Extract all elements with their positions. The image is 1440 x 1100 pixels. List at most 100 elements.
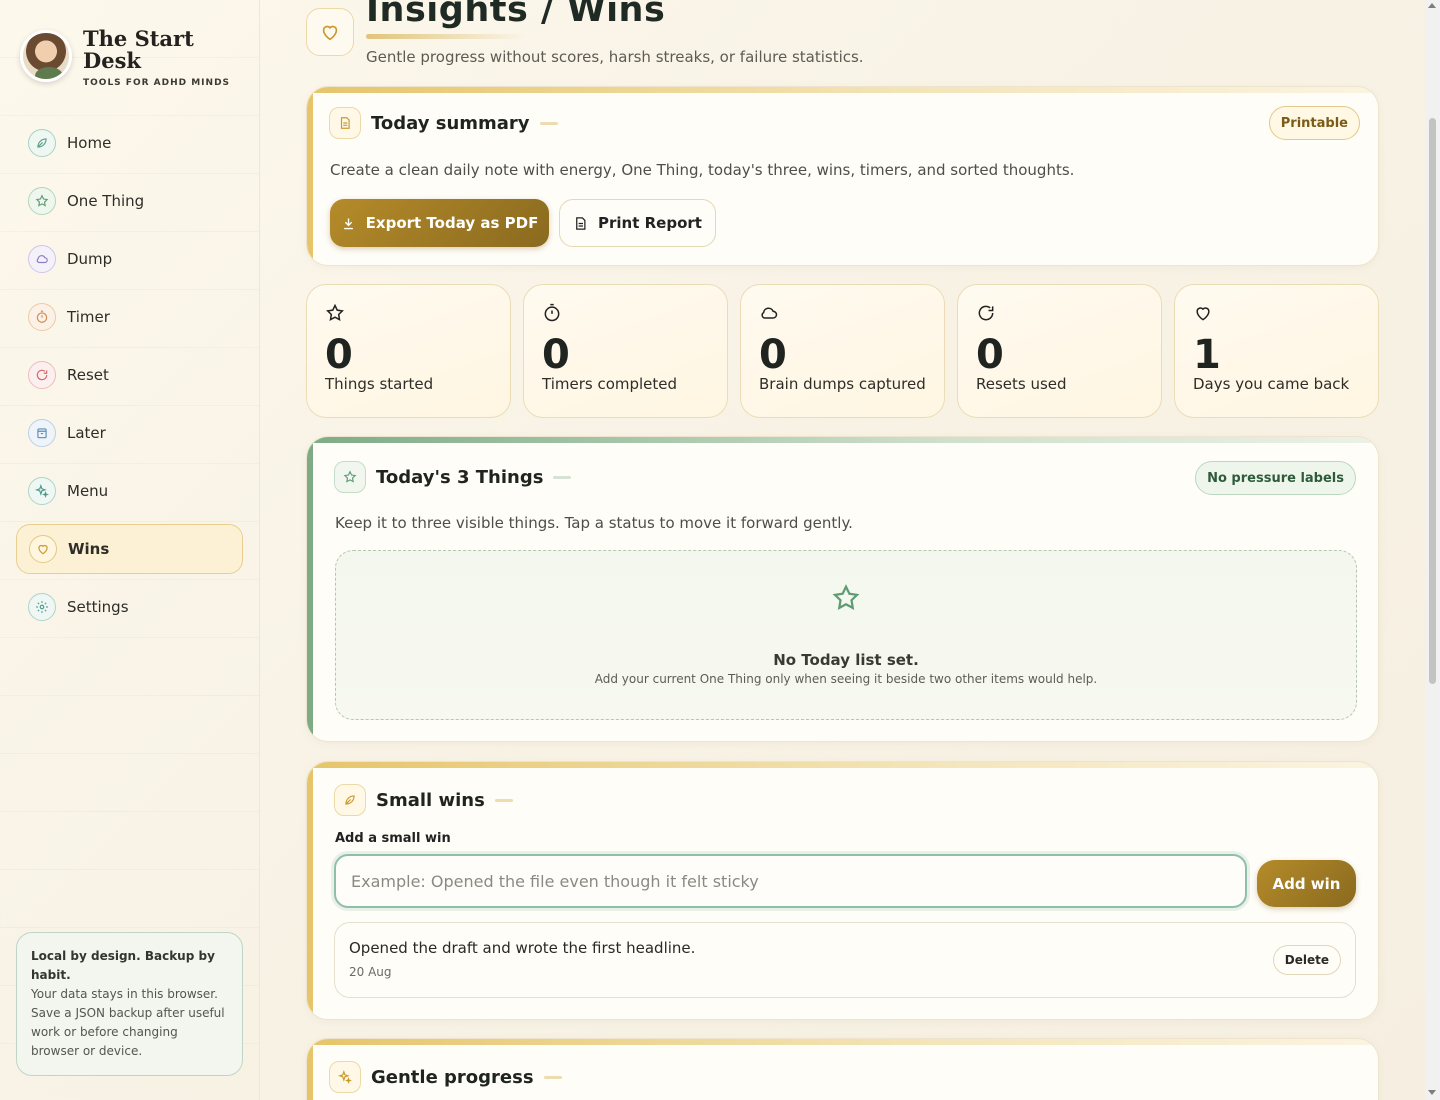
- scroll-thumb[interactable]: [1429, 118, 1436, 684]
- brand[interactable]: The Start Desk TOOLS FOR ADHD MINDS: [20, 26, 231, 88]
- title-dash: [543, 1075, 562, 1079]
- stat-label: Days you came back: [1193, 375, 1350, 393]
- add-win-button[interactable]: Add win: [1257, 860, 1356, 907]
- sidebar-item-one-thing[interactable]: One Thing: [16, 176, 243, 226]
- add-win-label-text: Add win: [1272, 874, 1341, 893]
- stat-brain-dumps: 0 Brain dumps captured: [740, 284, 945, 418]
- timer-icon: [28, 303, 56, 331]
- backup-note-text: Your data stays in this browser. Save a …: [31, 987, 225, 1058]
- backup-note: Local by design. Backup by habit. Your d…: [16, 932, 243, 1076]
- card-title: Gentle progress: [371, 1066, 534, 1088]
- sidebar-item-menu[interactable]: Menu: [16, 466, 243, 516]
- sidebar-item-home[interactable]: Home: [16, 118, 243, 168]
- document-icon: [576, 216, 586, 230]
- summary-description: Create a clean daily note with energy, O…: [330, 161, 1075, 179]
- scroll-down-icon[interactable]: [1428, 1090, 1436, 1095]
- sidebar-item-reset[interactable]: Reset: [16, 350, 243, 400]
- sidebar: The Start Desk TOOLS FOR ADHD MINDS Home…: [0, 0, 260, 1100]
- stat-days-came-back: 1 Days you came back: [1174, 284, 1379, 418]
- sidebar-item-label: Wins: [68, 540, 110, 558]
- stat-label: Things started: [325, 375, 434, 393]
- card-title: Small wins: [376, 789, 485, 811]
- heart-icon: [1196, 307, 1210, 321]
- title-dash: [553, 475, 572, 479]
- sidebar-item-label: Home: [67, 134, 112, 152]
- printable-badge: Printable: [1268, 106, 1360, 140]
- sidebar-item-label: Settings: [67, 598, 129, 616]
- list-item: Opened the draft and wrote the first hea…: [334, 922, 1356, 998]
- scroll-up-icon[interactable]: [1428, 3, 1436, 8]
- add-win-label: Add a small win: [335, 831, 451, 846]
- cloud-icon: [28, 245, 56, 273]
- page-title: Insights / Wins: [366, 0, 666, 30]
- export-pdf-label: Export Today as PDF: [365, 214, 539, 232]
- sidebar-item-dump[interactable]: Dump: [16, 234, 243, 284]
- download-icon: [343, 218, 353, 229]
- card-title: Today's 3 Things: [376, 466, 544, 488]
- backup-note-title: Local by design. Backup by habit.: [31, 949, 215, 982]
- title-dash: [539, 121, 558, 125]
- stat-value: 0: [976, 332, 1004, 378]
- avatar: [20, 30, 72, 82]
- empty-text: Add your current One Thing only when see…: [594, 672, 1098, 686]
- reset-icon: [28, 361, 56, 389]
- sidebar-nav: Home One Thing Dump Timer Reset Later Me…: [16, 118, 243, 640]
- title-underline: [366, 34, 526, 39]
- leaf-icon: [28, 129, 56, 157]
- sidebar-item-label: Reset: [67, 366, 109, 384]
- sidebar-item-label: One Thing: [67, 192, 145, 210]
- timer-icon: [544, 303, 560, 322]
- sparkle-icon: [329, 1061, 361, 1093]
- brand-subtitle: TOOLS FOR ADHD MINDS: [83, 78, 231, 88]
- gentle-progress-card: Gentle progress: [306, 1038, 1379, 1100]
- sidebar-item-later[interactable]: Later: [16, 408, 243, 458]
- cloud-icon: [761, 307, 778, 319]
- page-subtitle: Gentle progress without scores, harsh st…: [366, 48, 864, 66]
- heart-icon: [306, 8, 354, 56]
- stat-value: 0: [325, 332, 353, 378]
- sidebar-item-settings[interactable]: Settings: [16, 582, 243, 632]
- export-pdf-button[interactable]: Export Today as PDF: [330, 199, 549, 247]
- stat-value: 0: [542, 332, 570, 378]
- gear-icon: [28, 593, 56, 621]
- sidebar-item-timer[interactable]: Timer: [16, 292, 243, 342]
- print-report-button[interactable]: Print Report: [559, 199, 716, 247]
- sidebar-item-label: Menu: [67, 482, 109, 500]
- print-report-label: Print Report: [598, 214, 702, 232]
- stat-value: 0: [759, 332, 787, 378]
- empty-title: No Today list set.: [773, 651, 919, 669]
- reset-icon: [978, 305, 994, 321]
- document-icon: [329, 107, 361, 139]
- leaf-icon: [334, 784, 366, 816]
- stat-timers-completed: 0 Timers completed: [523, 284, 728, 418]
- stat-label: Brain dumps captured: [759, 375, 926, 393]
- stat-things-started: 0 Things started: [306, 284, 511, 418]
- heart-icon: [29, 535, 57, 563]
- win-text: Opened the draft and wrote the first hea…: [349, 939, 696, 957]
- today-summary-card: Today summary Printable Create a clean d…: [306, 86, 1379, 266]
- no-pressure-badge: No pressure labels: [1195, 461, 1356, 495]
- star-icon: [334, 461, 366, 493]
- stat-resets-used: 0 Resets used: [957, 284, 1162, 418]
- sidebar-item-label: Later: [67, 424, 106, 442]
- card-title: Today summary: [371, 112, 530, 134]
- add-win-input[interactable]: [334, 854, 1247, 908]
- star-icon: [28, 187, 56, 215]
- stat-label: Timers completed: [542, 375, 678, 393]
- box-icon: [28, 419, 56, 447]
- empty-state: No Today list set. Add your current One …: [335, 550, 1357, 720]
- three-things-card: Today's 3 Things No pressure labels Keep…: [306, 436, 1379, 742]
- sidebar-item-wins[interactable]: Wins: [16, 524, 243, 574]
- sidebar-item-label: Timer: [67, 308, 110, 326]
- sidebar-item-label: Dump: [67, 250, 113, 268]
- star-icon: [326, 303, 344, 321]
- win-date: 20 Aug: [349, 965, 392, 979]
- stat-label: Resets used: [976, 375, 1067, 393]
- stat-value: 1: [1193, 332, 1221, 378]
- page-scrollbar[interactable]: [1425, 0, 1440, 1100]
- star-icon: [832, 584, 860, 610]
- sparkle-icon: [28, 477, 56, 505]
- brand-title: The Start Desk: [83, 26, 194, 73]
- delete-win-button[interactable]: Delete: [1272, 945, 1341, 975]
- small-wins-card: Small wins Add a small win Add win Opene…: [306, 761, 1379, 1020]
